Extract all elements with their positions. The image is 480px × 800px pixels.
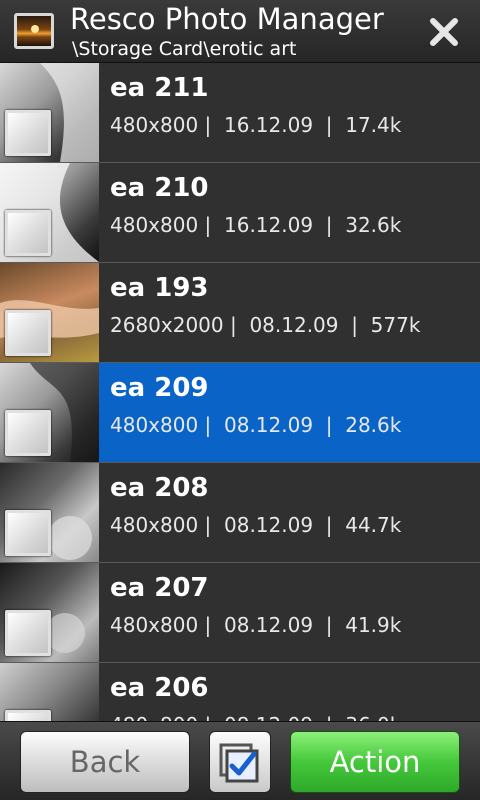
- list-item[interactable]: ea 207 480x800 | 08.12.09 | 41.9k: [0, 563, 480, 663]
- item-name: ea 208: [110, 473, 209, 503]
- select-mode-button[interactable]: [209, 731, 271, 793]
- item-checkbox[interactable]: [5, 310, 51, 356]
- item-name: ea 207: [110, 573, 209, 603]
- item-meta: 480x800 | 08.12.09 | 36.0k: [110, 713, 401, 721]
- item-checkbox[interactable]: [5, 110, 51, 156]
- list-item-selected[interactable]: ea 209 480x800 | 08.12.09 | 28.6k: [0, 363, 480, 463]
- item-meta: 480x800 | 08.12.09 | 44.7k: [110, 513, 402, 537]
- item-name: ea 211: [110, 73, 209, 103]
- close-icon: [430, 18, 458, 46]
- list-item[interactable]: ea 210 480x800 | 16.12.09 | 32.6k: [0, 163, 480, 263]
- item-meta: 480x800 | 16.12.09 | 32.6k: [110, 213, 402, 237]
- item-name: ea 210: [110, 173, 209, 203]
- list-item[interactable]: ea 193 2680x2000 | 08.12.09 | 577k: [0, 263, 480, 363]
- checkbox-checked-icon: [219, 743, 259, 783]
- item-meta: 480x800 | 08.12.09 | 41.9k: [110, 613, 402, 637]
- item-checkbox[interactable]: [5, 610, 51, 656]
- item-meta: 480x800 | 08.12.09 | 28.6k: [110, 413, 402, 437]
- list-item[interactable]: ea 206 480x800 | 08.12.09 | 36.0k: [0, 663, 480, 721]
- item-checkbox[interactable]: [5, 510, 51, 556]
- item-name: ea 209: [110, 373, 209, 403]
- close-button[interactable]: [420, 10, 468, 54]
- item-checkbox[interactable]: [5, 410, 51, 456]
- item-meta: 2680x2000 | 08.12.09 | 577k: [110, 313, 421, 337]
- title-bar: Resco Photo Manager \Storage Card\erotic…: [0, 0, 480, 63]
- action-button[interactable]: Action: [290, 731, 460, 793]
- folder-path: \Storage Card\erotic art: [72, 38, 297, 60]
- photo-thumbnail-icon: [14, 13, 54, 49]
- item-name: ea 193: [110, 273, 209, 303]
- list-item[interactable]: ea 208 480x800 | 08.12.09 | 44.7k: [0, 463, 480, 563]
- item-checkbox[interactable]: [5, 710, 51, 721]
- item-checkbox[interactable]: [5, 210, 51, 256]
- item-name: ea 206: [110, 673, 209, 703]
- back-button[interactable]: Back: [20, 731, 190, 793]
- bottom-toolbar: Back Action: [0, 721, 480, 800]
- list-item[interactable]: ea 211 480x800 | 16.12.09 | 17.4k: [0, 63, 480, 163]
- item-meta: 480x800 | 16.12.09 | 17.4k: [110, 113, 402, 137]
- photo-list[interactable]: ea 211 480x800 | 16.12.09 | 17.4k ea 210…: [0, 63, 480, 721]
- app-title: Resco Photo Manager: [70, 2, 384, 36]
